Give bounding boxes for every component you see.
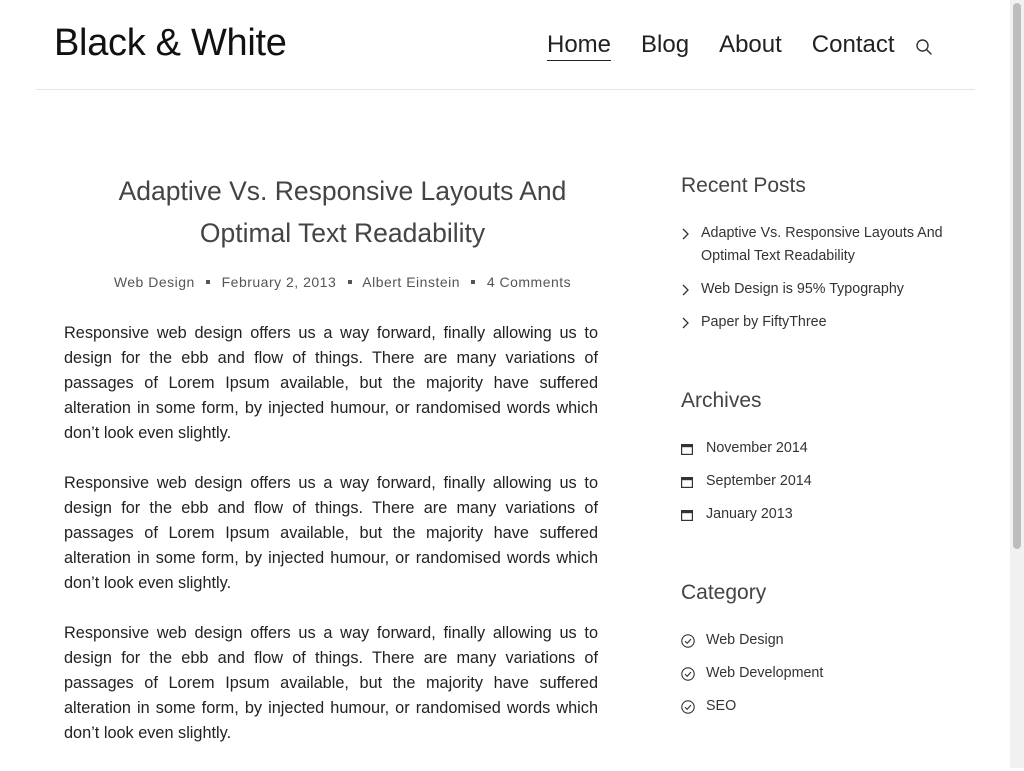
archive-item[interactable]: January 2013 <box>681 503 812 526</box>
post-title[interactable]: Adaptive Vs. Responsive Layouts And Opti… <box>64 170 621 254</box>
nav-item-contact[interactable]: Contact <box>812 30 895 60</box>
category-label[interactable]: Web Development <box>706 665 823 681</box>
archive-label[interactable]: January 2013 <box>706 506 793 522</box>
search-icon[interactable] <box>915 38 933 56</box>
nav-item-home[interactable]: Home <box>547 30 612 61</box>
category-label[interactable]: Web Design <box>706 632 784 648</box>
recent-post-item[interactable]: Paper by FiftyThree <box>681 311 961 334</box>
post-paragraph: Responsive web design offers us a way fo… <box>64 474 598 592</box>
category-item[interactable]: SEO <box>681 695 823 718</box>
category-list: Web Design Web Development SEO <box>681 629 823 728</box>
category-label[interactable]: SEO <box>706 698 736 714</box>
nav-item-blog[interactable]: Blog <box>641 30 689 60</box>
calendar-icon <box>681 477 693 488</box>
scrollbar-thumb[interactable] <box>1013 3 1021 549</box>
recent-post-label[interactable]: Adaptive Vs. Responsive Layouts And Opti… <box>701 225 943 264</box>
calendar-icon <box>681 444 693 455</box>
recent-post-label[interactable]: Web Design is 95% Typography <box>701 281 904 297</box>
recent-post-item[interactable]: Web Design is 95% Typography <box>681 278 961 301</box>
recent-posts-list: Adaptive Vs. Responsive Layouts And Opti… <box>681 222 961 344</box>
vertical-scrollbar[interactable] <box>1010 0 1024 768</box>
recent-post-label[interactable]: Paper by FiftyThree <box>701 314 827 330</box>
archive-item[interactable]: November 2014 <box>681 437 812 460</box>
archive-label[interactable]: November 2014 <box>706 440 808 456</box>
check-circle-icon <box>681 634 695 648</box>
calendar-icon <box>681 510 693 521</box>
chevron-right-icon <box>682 284 689 296</box>
header-divider <box>36 89 975 90</box>
recent-post-item[interactable]: Adaptive Vs. Responsive Layouts And Opti… <box>681 222 961 268</box>
check-circle-icon <box>681 700 695 714</box>
post-author-link[interactable]: Albert Einstein <box>362 274 460 290</box>
meta-separator <box>471 280 476 284</box>
category-item[interactable]: Web Development <box>681 662 823 685</box>
page: Black & White Home Blog About Contact Ad… <box>0 0 1010 768</box>
main-nav: Home Blog About Contact <box>547 30 925 64</box>
category-item[interactable]: Web Design <box>681 629 823 652</box>
post-date[interactable]: February 2, 2013 <box>222 274 337 290</box>
archives-title: Archives <box>681 389 762 412</box>
meta-separator <box>347 280 352 284</box>
post-category-link[interactable]: Web Design <box>114 274 195 290</box>
post-body: Responsive web design offers us a way fo… <box>64 321 598 771</box>
recent-posts-title: Recent Posts <box>681 174 806 197</box>
post-title-line-1[interactable]: Adaptive Vs. Responsive Layouts And <box>119 176 567 206</box>
post-paragraph: Responsive web design offers us a way fo… <box>64 324 598 442</box>
post-paragraph: Responsive web design offers us a way fo… <box>64 624 598 742</box>
category-title: Category <box>681 581 767 604</box>
post-title-line-2[interactable]: Optimal Text Readability <box>200 218 485 248</box>
archives-list: November 2014 September 2014 January 201… <box>681 437 812 536</box>
archive-item[interactable]: September 2014 <box>681 470 812 493</box>
nav-item-about[interactable]: About <box>719 30 782 60</box>
chevron-right-icon <box>682 317 689 329</box>
archive-label[interactable]: September 2014 <box>706 473 812 489</box>
meta-separator <box>206 280 211 284</box>
chevron-right-icon <box>682 228 689 240</box>
check-circle-icon <box>681 667 695 681</box>
site-title[interactable]: Black & White <box>54 22 287 65</box>
post-meta: Web Design February 2, 2013 Albert Einst… <box>64 274 621 290</box>
post-comments-link[interactable]: 4 Comments <box>487 274 571 290</box>
